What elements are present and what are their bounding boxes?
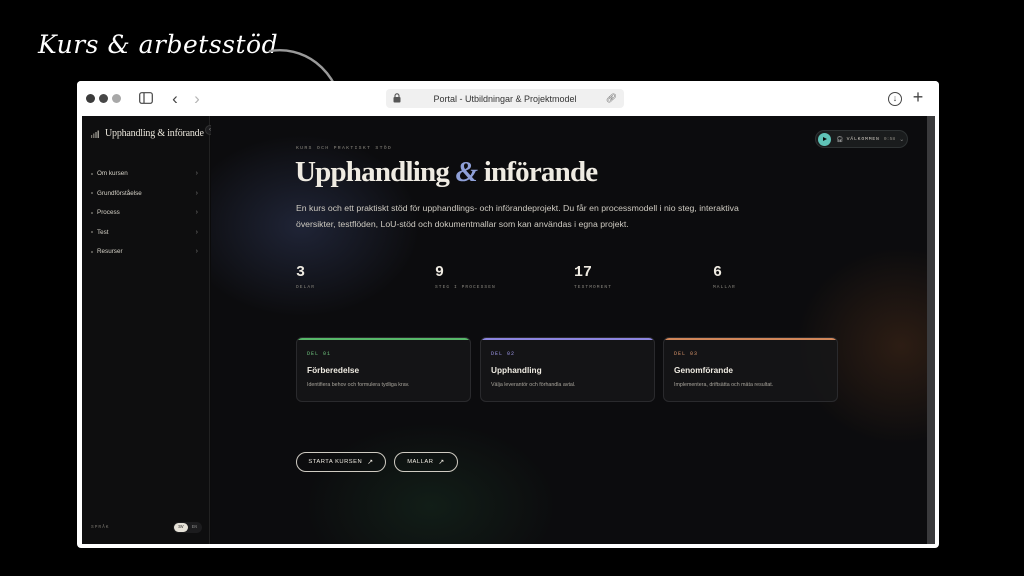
language-label: SPRÅK bbox=[91, 525, 110, 530]
sidebar-item-label: Resurser bbox=[97, 248, 123, 256]
chevron-down-icon[interactable]: ⌄ bbox=[899, 136, 904, 143]
sidebar-item-label: Test bbox=[97, 228, 109, 236]
sidebar-item-grundforstaelse[interactable]: Grundförståelse › bbox=[91, 184, 198, 204]
chevron-right-icon: › bbox=[195, 170, 198, 178]
sidebar-nav: Om kursen › Grundförståelse › Process › … bbox=[91, 164, 198, 262]
headphones-icon: 🎧︎ bbox=[836, 136, 844, 143]
bullet-icon bbox=[91, 211, 93, 214]
stat-value: 17 bbox=[574, 264, 593, 281]
browser-window: ‹ › Portal - Utbildningar & Projektmodel… bbox=[77, 81, 939, 548]
address-text: Portal - Utbildningar & Projektmodel bbox=[433, 93, 577, 104]
sidebar-item-label: Process bbox=[97, 209, 120, 217]
stat-label: TESTMOMENT bbox=[574, 285, 613, 290]
annotation-label: Kurs & arbetsstöd bbox=[38, 30, 279, 59]
card-accent-bar bbox=[664, 338, 837, 340]
play-icon bbox=[823, 137, 827, 141]
chevron-right-icon: › bbox=[195, 228, 198, 236]
link-icon[interactable]: 🔗︎ bbox=[606, 93, 617, 104]
bullet-icon bbox=[91, 172, 93, 175]
sidebar-item-label: Om kursen bbox=[97, 170, 128, 178]
address-bar[interactable]: Portal - Utbildningar & Projektmodel 🔗︎ bbox=[386, 89, 624, 108]
card-title: Upphandling bbox=[491, 365, 542, 375]
stat-value: 3 bbox=[296, 264, 306, 281]
stat-delar: 3 DELAR bbox=[296, 264, 315, 290]
sidebar-item-om-kursen[interactable]: Om kursen › bbox=[91, 164, 198, 184]
card-tag: DEL 02 bbox=[491, 351, 516, 357]
stat-value: 6 bbox=[713, 264, 723, 281]
button-label: STARTA KURSEN bbox=[308, 459, 363, 465]
card-tag: DEL 03 bbox=[674, 351, 699, 357]
stat-value: 9 bbox=[435, 264, 445, 281]
audio-duration: 0:58 bbox=[883, 136, 896, 142]
language-toggle: SV EN bbox=[173, 522, 202, 533]
sidebar-item-process[interactable]: Process › bbox=[91, 203, 198, 223]
logo-icon bbox=[91, 130, 99, 138]
card-title: Förberedelse bbox=[307, 365, 360, 375]
brand[interactable]: Upphandling & införande bbox=[91, 128, 204, 139]
card-title: Genomförande bbox=[674, 365, 734, 375]
hero-description: En kurs och ett praktiskt stöd för uppha… bbox=[296, 203, 739, 229]
start-course-button[interactable]: STARTA KURSEN ↗ bbox=[296, 452, 386, 472]
button-label: MALLAR bbox=[407, 459, 434, 465]
sidebar-item-label: Grundförståelse bbox=[97, 189, 142, 197]
stat-mallar: 6 MALLAR bbox=[713, 264, 736, 290]
card-description: Identifiera behov och formulera tydliga … bbox=[307, 382, 410, 388]
app-viewport: Upphandling & införande ‹ Om kursen › Gr… bbox=[82, 116, 935, 544]
chevron-right-icon: › bbox=[195, 209, 198, 217]
back-icon[interactable]: ‹ bbox=[167, 90, 183, 107]
card-forberedelse[interactable]: DEL 01 Förberedelse Identifiera behov oc… bbox=[296, 337, 471, 402]
card-upphandling[interactable]: DEL 02 Upphandling Välja leverantör och … bbox=[480, 337, 655, 402]
title-part-2: införande bbox=[483, 156, 598, 188]
templates-button[interactable]: MALLAR ↗ bbox=[394, 452, 458, 472]
card-description: Implementera, driftsätta och mäta result… bbox=[674, 382, 774, 388]
stat-testmoment: 17 TESTMOMENT bbox=[574, 264, 612, 290]
forward-icon[interactable]: › bbox=[189, 90, 205, 107]
play-button[interactable] bbox=[818, 132, 831, 146]
title-part-1: Upphandling bbox=[295, 156, 450, 188]
close-window-button[interactable] bbox=[86, 94, 95, 103]
card-accent-bar bbox=[481, 338, 654, 340]
chevron-right-icon: › bbox=[195, 189, 198, 197]
stat-steg: 9 STEG I PROCESSEN bbox=[435, 264, 496, 290]
browser-toolbar: ‹ › Portal - Utbildningar & Projektmodel… bbox=[77, 81, 939, 116]
language-option-sv[interactable]: SV bbox=[174, 523, 188, 532]
card-tag: DEL 01 bbox=[307, 351, 332, 357]
bullet-icon bbox=[91, 231, 93, 234]
chevron-right-icon: › bbox=[195, 248, 198, 256]
sidebar-toggle-icon[interactable] bbox=[138, 91, 154, 107]
stat-label: STEG I PROCESSEN bbox=[435, 285, 496, 290]
arrow-up-right-icon: ↗ bbox=[367, 459, 374, 466]
minimize-window-button[interactable] bbox=[99, 94, 108, 103]
stat-label: MALLAR bbox=[713, 285, 736, 290]
brand-name: Upphandling & införande bbox=[105, 128, 204, 139]
language-switcher: SPRÅK SV EN bbox=[91, 522, 202, 533]
main-content: 🎧︎ VÄLKOMMEN 0:58 ⌄ KURS OCH PRAKTISKT S… bbox=[211, 116, 927, 544]
bullet-icon bbox=[91, 250, 93, 253]
page-title: Upphandling & införande bbox=[295, 156, 598, 189]
language-option-en[interactable]: EN bbox=[188, 523, 201, 532]
audio-title: VÄLKOMMEN bbox=[846, 136, 880, 142]
sidebar-item-resurser[interactable]: Resurser › bbox=[91, 242, 198, 262]
download-icon[interactable]: ↓ bbox=[888, 92, 902, 106]
bullet-icon bbox=[91, 192, 93, 195]
sidebar-item-test[interactable]: Test › bbox=[91, 223, 198, 243]
new-tab-icon[interactable]: + bbox=[910, 88, 926, 106]
zoom-window-button[interactable] bbox=[112, 94, 121, 103]
scrollbar[interactable] bbox=[927, 116, 935, 544]
title-ampersand: & bbox=[455, 156, 478, 188]
app-sidebar: Upphandling & införande ‹ Om kursen › Gr… bbox=[82, 116, 215, 544]
audio-player[interactable]: 🎧︎ VÄLKOMMEN 0:58 ⌄ bbox=[815, 130, 908, 148]
card-description: Välja leverantör och förhandla avtal. bbox=[491, 382, 576, 388]
lock-icon bbox=[393, 93, 401, 103]
card-genomforande[interactable]: DEL 03 Genomförande Implementera, drifts… bbox=[663, 337, 838, 402]
card-accent-bar bbox=[297, 338, 470, 340]
hero-eyebrow: KURS OCH PRAKTISKT STÖD bbox=[296, 146, 393, 151]
stat-label: DELAR bbox=[296, 285, 316, 290]
arrow-up-right-icon: ↗ bbox=[438, 459, 445, 466]
